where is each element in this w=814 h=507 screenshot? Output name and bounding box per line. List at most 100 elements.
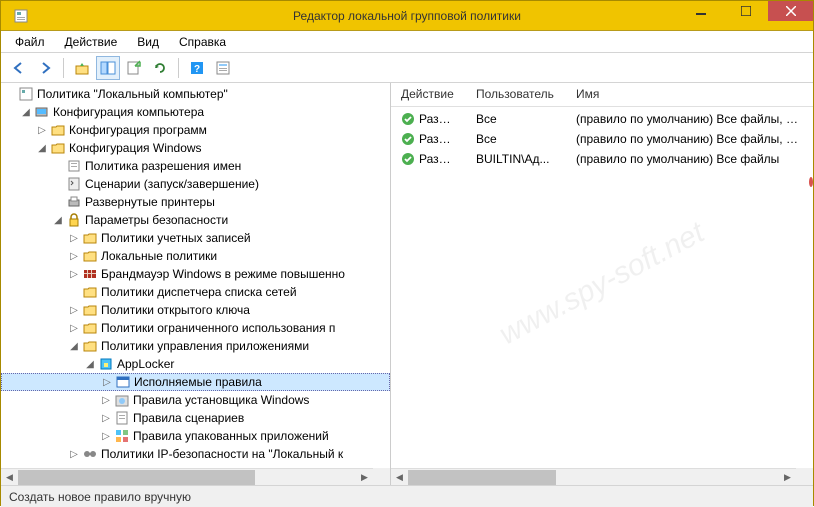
menu-help[interactable]: Справка [171, 33, 234, 51]
tree-label: AppLocker [117, 357, 174, 371]
svg-text:?: ? [194, 64, 200, 75]
forward-button[interactable] [33, 56, 57, 80]
tree-label: Сценарии (запуск/завершение) [85, 177, 259, 191]
tree-computer-config[interactable]: ◢Конфигурация компьютера [1, 103, 390, 121]
tree-public-key[interactable]: ▷Политики открытого ключа [1, 301, 390, 319]
tree-script-rules[interactable]: ▷Правила сценариев [1, 409, 390, 427]
refresh-button[interactable] [148, 56, 172, 80]
tree-app-control[interactable]: ◢Политики управления приложениями [1, 337, 390, 355]
cell-user: BUILTIN\Ад... [466, 152, 566, 166]
list-h-scrollbar[interactable]: ◀ ▶ [391, 468, 796, 485]
minimize-button[interactable] [678, 1, 723, 21]
scroll-right-icon[interactable]: ▶ [779, 469, 796, 486]
list-header: Действие Пользователь Имя [391, 83, 813, 107]
tree-label: Правила сценариев [133, 411, 244, 425]
tree-label: Политики открытого ключа [101, 303, 250, 317]
tree-pane: ▷Политика "Локальный компьютер" ◢Конфигу… [1, 83, 391, 485]
cell-action: Разре... [419, 132, 462, 146]
tree-packaged-rules[interactable]: ▷Правила упакованных приложений [1, 427, 390, 445]
show-hide-tree-button[interactable] [96, 56, 120, 80]
menu-action[interactable]: Действие [57, 33, 126, 51]
tree-label: Конфигурация программ [69, 123, 207, 137]
statusbar: Создать новое правило вручную [1, 485, 813, 507]
tree-label: Политики учетных записей [101, 231, 251, 245]
tree-software-restriction[interactable]: ▷Политики ограниченного использования п [1, 319, 390, 337]
up-button[interactable] [70, 56, 94, 80]
menu-file[interactable]: Файл [7, 33, 53, 51]
menu-view[interactable]: Вид [129, 33, 167, 51]
tree-label: Правила упакованных приложений [133, 429, 329, 443]
cell-action: Разре... [419, 152, 462, 166]
toolbar-separator [63, 58, 64, 78]
list-row[interactable]: Разре... BUILTIN\Ад... (правило по умолч… [391, 149, 813, 169]
maximize-button[interactable] [723, 1, 768, 21]
tree-label: Исполняемые правила [134, 375, 262, 389]
tree-ipsec[interactable]: ▷Политики IP-безопасности на "Локальный … [1, 445, 390, 463]
tree-label: Конфигурация Windows [69, 141, 202, 155]
tree-windows-config[interactable]: ◢Конфигурация Windows [1, 139, 390, 157]
allow-icon [401, 132, 415, 146]
tree-label: Локальные политики [101, 249, 217, 263]
tree-scripts[interactable]: ▷Сценарии (запуск/завершение) [1, 175, 390, 193]
help-button[interactable]: ? [185, 56, 209, 80]
tree-h-scrollbar[interactable]: ◀ ▶ [1, 468, 373, 485]
cell-action: Разре... [419, 112, 462, 126]
tree-deployed-printers[interactable]: ▷Развернутые принтеры [1, 193, 390, 211]
policy-tree[interactable]: ▷Политика "Локальный компьютер" ◢Конфигу… [1, 83, 390, 465]
titlebar: Редактор локальной групповой политики [1, 1, 813, 31]
annotation-rmb: правая кнопка мыши [809, 158, 813, 206]
window-title: Редактор локальной групповой политики [293, 9, 521, 23]
menubar: Файл Действие Вид Справка [1, 31, 813, 53]
list-row[interactable]: Разре... Все (правило по умолчанию) Все … [391, 129, 813, 149]
statusbar-text: Создать новое правило вручную [9, 490, 191, 504]
tree-software-config[interactable]: ▷Конфигурация программ [1, 121, 390, 139]
toolbar-separator [178, 58, 179, 78]
tree-applocker[interactable]: ◢AppLocker [1, 355, 390, 373]
scroll-corner [373, 468, 390, 485]
col-user[interactable]: Пользователь [466, 83, 566, 106]
tree-label: Правила установщика Windows [133, 393, 309, 407]
tree-label: Брандмауэр Windows в режиме повышенно [101, 267, 345, 281]
tree-label: Политики ограниченного использования п [101, 321, 335, 335]
cell-name: (правило по умолчанию) Все файлы, распол… [566, 132, 813, 146]
scroll-left-icon[interactable]: ◀ [1, 469, 18, 486]
tree-label: Конфигурация компьютера [53, 105, 204, 119]
tree-nlm[interactable]: ▷Политики диспетчера списка сетей [1, 283, 390, 301]
properties-button[interactable] [211, 56, 235, 80]
scroll-right-icon[interactable]: ▶ [356, 469, 373, 486]
app-icon [13, 8, 29, 24]
tree-local-policies[interactable]: ▷Локальные политики [1, 247, 390, 265]
cell-name: (правило по умолчанию) Все файлы, распол… [566, 112, 813, 126]
tree-name-resolution[interactable]: ▷Политика разрешения имен [1, 157, 390, 175]
close-button[interactable] [768, 1, 813, 21]
allow-icon [401, 112, 415, 126]
col-name[interactable]: Имя [566, 83, 813, 106]
tree-label: Политика разрешения имен [85, 159, 241, 173]
toolbar: ? [1, 53, 813, 83]
tree-exe-rules[interactable]: ▷Исполняемые правила [1, 373, 390, 391]
tree-msi-rules[interactable]: ▷Правила установщика Windows [1, 391, 390, 409]
watermark: www.spy-soft.net [494, 216, 710, 352]
annotation-dot-icon [809, 177, 813, 187]
export-button[interactable] [122, 56, 146, 80]
tree-firewall[interactable]: ▷Брандмауэр Windows в режиме повышенно [1, 265, 390, 283]
tree-label: Политики управления приложениями [101, 339, 309, 353]
tree-label: Политики IP-безопасности на "Локальный к [101, 447, 343, 461]
cell-name: (правило по умолчанию) Все файлы [566, 152, 813, 166]
allow-icon [401, 152, 415, 166]
list-row[interactable]: Разре... Все (правило по умолчанию) Все … [391, 109, 813, 129]
cell-user: Все [466, 132, 566, 146]
scroll-left-icon[interactable]: ◀ [391, 469, 408, 486]
cell-user: Все [466, 112, 566, 126]
tree-account-policies[interactable]: ▷Политики учетных записей [1, 229, 390, 247]
tree-root[interactable]: ▷Политика "Локальный компьютер" [1, 85, 390, 103]
col-action[interactable]: Действие [391, 83, 466, 106]
list-body[interactable]: Разре... Все (правило по умолчанию) Все … [391, 107, 813, 171]
tree-security-settings[interactable]: ◢Параметры безопасности [1, 211, 390, 229]
main-split: ▷Политика "Локальный компьютер" ◢Конфигу… [1, 83, 813, 485]
window-buttons [678, 1, 813, 21]
list-pane: Действие Пользователь Имя Разре... Все (… [391, 83, 813, 485]
back-button[interactable] [7, 56, 31, 80]
tree-label: Политики диспетчера списка сетей [101, 285, 297, 299]
tree-label: Развернутые принтеры [85, 195, 215, 209]
